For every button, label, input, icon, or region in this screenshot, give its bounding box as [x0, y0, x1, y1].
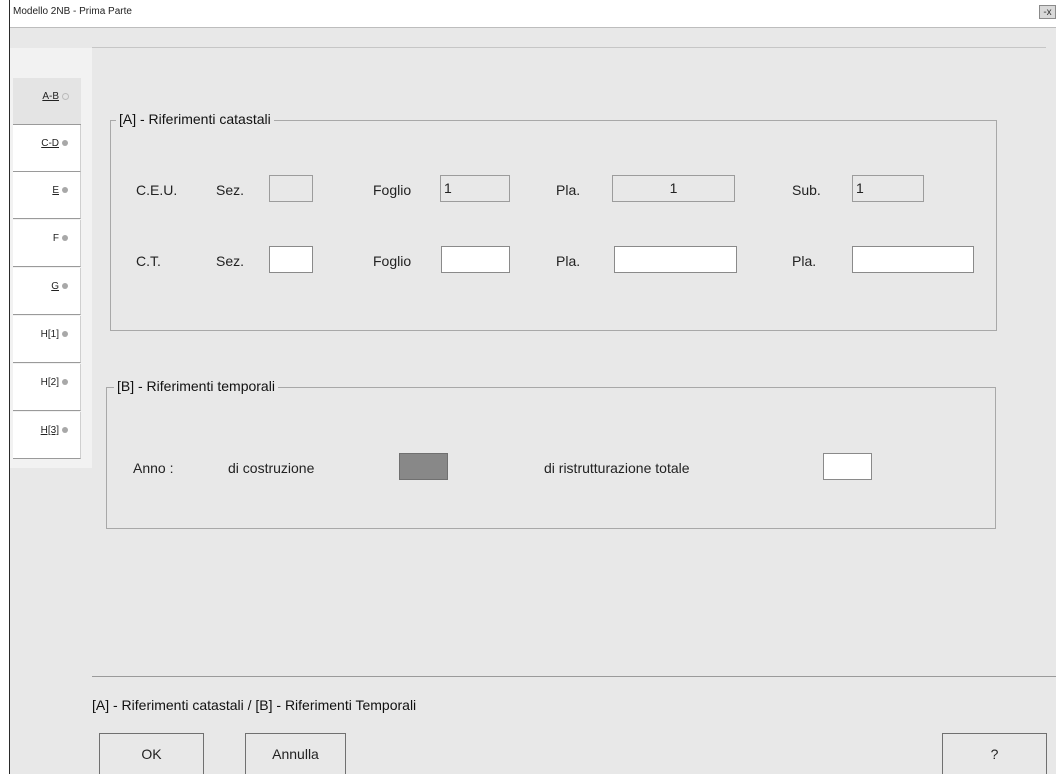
status-dot-icon	[62, 92, 69, 100]
section-b-title: [B] - Riferimenti temporali	[114, 378, 278, 394]
ceu-foglio-field: 1	[440, 175, 510, 202]
help-button[interactable]: ?	[942, 733, 1047, 774]
ct-pla-label: Pla.	[556, 253, 581, 269]
ceu-row-label: C.E.U.	[136, 182, 178, 198]
status-dot-icon	[62, 427, 68, 434]
status-dot-icon	[62, 331, 68, 338]
ceu-pla-field: 1	[612, 175, 735, 202]
tab-label: C-D	[41, 138, 59, 149]
costruzione-field	[399, 453, 448, 480]
close-button[interactable]: -x	[1039, 5, 1056, 19]
tab-c-d[interactable]: C-D	[13, 125, 81, 172]
tab-label: H[1]	[40, 329, 59, 340]
ristrutturazione-input[interactable]	[823, 453, 872, 480]
tab-g[interactable]: G	[13, 268, 81, 315]
tab-h1[interactable]: H[1]	[13, 316, 81, 363]
status-dot-icon	[62, 187, 68, 194]
tab-a-b[interactable]: A-B	[13, 78, 81, 125]
status-dot-icon	[62, 235, 68, 242]
ct-row-label: C.T.	[136, 253, 161, 269]
ct-pla2-input[interactable]	[852, 246, 974, 273]
ceu-pla-label: Pla.	[556, 182, 581, 198]
ristrutturazione-label: di ristrutturazione totale	[544, 460, 690, 476]
tab-e[interactable]: E	[13, 172, 81, 219]
tab-label: F	[52, 233, 59, 244]
tab-f[interactable]: F	[13, 220, 81, 267]
ceu-sez-field	[269, 175, 313, 202]
ceu-foglio-label: Foglio	[373, 182, 412, 198]
tab-label: H[3]	[40, 425, 59, 436]
ct-pla2-label: Pla.	[792, 253, 817, 269]
ok-button[interactable]: OK	[99, 733, 204, 774]
ceu-sub-label: Sub.	[792, 182, 821, 198]
anno-label: Anno :	[133, 460, 174, 476]
group-riferimenti-catastali	[110, 120, 997, 331]
ct-sez-input[interactable]	[269, 246, 313, 273]
status-dot-icon	[62, 283, 68, 290]
ceu-sub-field: 1	[852, 175, 924, 202]
ceu-sez-label: Sez.	[216, 182, 245, 198]
tab-label: A-B	[42, 91, 59, 102]
footer-separator	[92, 676, 1056, 677]
section-a-title: [A] - Riferimenti catastali	[116, 111, 274, 127]
ct-pla-input[interactable]	[614, 246, 737, 273]
title-bar[interactable]: Modello 2NB - Prima Parte -x	[10, 0, 1056, 28]
ct-sez-label: Sez.	[216, 253, 245, 269]
costruzione-label: di costruzione	[228, 460, 315, 476]
tab-label: H[2]	[40, 377, 59, 388]
tab-h3[interactable]: H[3]	[13, 412, 81, 459]
tab-h2[interactable]: H[2]	[13, 364, 81, 411]
ct-foglio-input[interactable]	[441, 246, 510, 273]
window-title: Modello 2NB - Prima Parte	[13, 6, 132, 17]
top-separator	[92, 47, 1046, 48]
ct-foglio-label: Foglio	[373, 253, 412, 269]
tab-label: E	[52, 185, 59, 196]
tab-label: G	[51, 281, 59, 292]
cancel-button[interactable]: Annulla	[245, 733, 346, 774]
status-dot-icon	[62, 140, 68, 147]
status-dot-icon	[62, 379, 68, 386]
footer-description: [A] - Riferimenti catastali / [B] - Rife…	[92, 697, 417, 713]
